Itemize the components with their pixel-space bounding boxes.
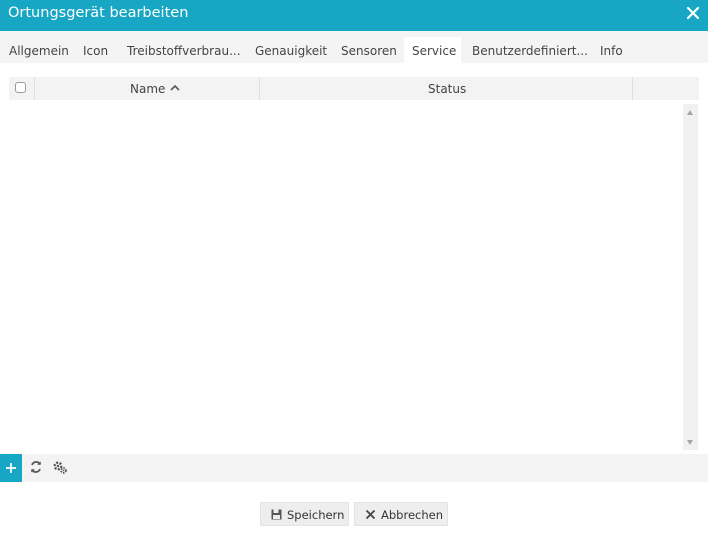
save-button-label: Speichern <box>287 508 345 522</box>
tab-treibstoffverbrauch[interactable]: Treibstoffverbrau... <box>127 39 241 63</box>
tab-genauigkeit[interactable]: Genauigkeit <box>255 39 327 63</box>
dialog-title: Ortungsgerät bearbeiten <box>8 5 189 21</box>
vertical-scrollbar[interactable] <box>683 104 698 450</box>
column-status-label: Status <box>428 82 467 96</box>
tab-allgemein[interactable]: Allgemein <box>9 39 69 63</box>
tab-service[interactable]: Service <box>404 37 461 63</box>
select-all-cell <box>9 77 35 100</box>
tab-icon[interactable]: Icon <box>83 39 108 63</box>
plus-icon <box>6 463 16 473</box>
save-button[interactable]: Speichern <box>260 502 349 526</box>
tab-sensoren[interactable]: Sensoren <box>341 39 397 63</box>
tab-info[interactable]: Info <box>600 39 623 63</box>
grid-body <box>9 102 699 450</box>
cross-icon <box>365 509 376 520</box>
dialog-title-bar: Ortungsgerät bearbeiten <box>0 0 708 31</box>
select-all-checkbox[interactable] <box>15 82 26 93</box>
grid-toolbar <box>0 454 708 482</box>
floppy-disk-icon <box>271 509 282 520</box>
add-button[interactable] <box>0 454 22 482</box>
scroll-up-icon[interactable] <box>687 110 693 115</box>
cancel-button-label: Abbrechen <box>381 508 443 522</box>
refresh-icon[interactable] <box>29 460 43 474</box>
tab-bar: Allgemein Icon Treibstoffverbrau... Gena… <box>0 31 708 63</box>
cancel-button[interactable]: Abbrechen <box>354 502 448 526</box>
column-name-label: Name <box>130 82 166 96</box>
sort-ascending-icon <box>170 84 180 91</box>
column-header-name[interactable]: Name <box>35 77 260 100</box>
close-icon[interactable] <box>686 6 700 20</box>
tab-benutzerdefiniert[interactable]: Benutzerdefiniert... <box>472 39 588 63</box>
grid-header: Name Status <box>9 77 699 100</box>
scroll-down-icon[interactable] <box>687 440 693 445</box>
column-header-status[interactable]: Status <box>260 77 633 100</box>
gear-icon[interactable] <box>52 460 68 475</box>
